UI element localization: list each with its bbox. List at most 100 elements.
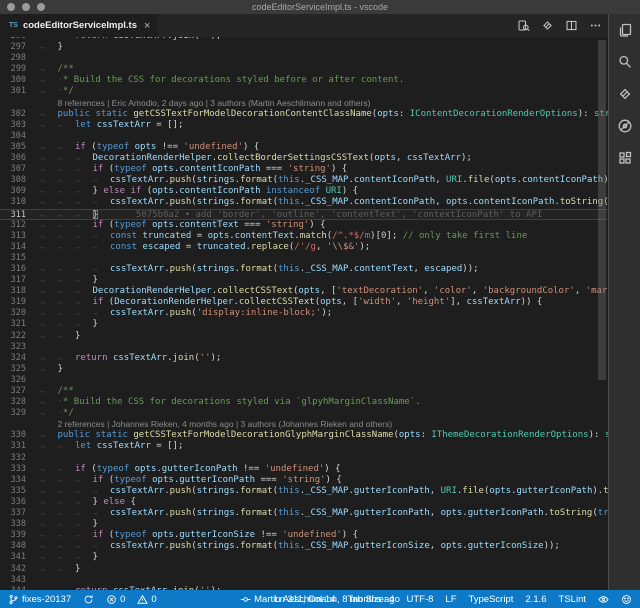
status-item[interactable] — [598, 594, 609, 605]
code-line[interactable]: 340→→→→cssTextArr.push(strings.format(th… — [0, 541, 608, 552]
code-line[interactable]: 338→→→} — [0, 519, 608, 530]
codelens-label[interactable]: 2 references | Johannes Rieken, 4 months… — [40, 419, 392, 430]
code-token: , — [423, 286, 434, 297]
code-line[interactable]: 311→→→}5075b0a2 • add 'border', 'outline… — [0, 209, 608, 220]
tab-whitespace-arrow-icon: → — [58, 508, 76, 519]
tab-whitespace-arrow-icon: → — [58, 331, 76, 342]
search-icon[interactable] — [617, 54, 633, 70]
code-token: /'/g — [294, 242, 316, 253]
extensions-icon[interactable] — [617, 150, 633, 166]
code-line[interactable]: 328→·* Build the CSS for decorations sty… — [0, 397, 608, 408]
code-token: ]; — [386, 231, 402, 242]
code-line[interactable]: 324→→return cssTextArr.join(''); — [0, 353, 608, 364]
tab-whitespace-arrow-icon: → — [58, 142, 76, 153]
status-item-2-1-6[interactable]: 2.1.6 — [525, 594, 546, 605]
code-line[interactable]: 313→→→→const truncated = opts.contentTex… — [0, 231, 608, 242]
codelens-label[interactable]: 8 references | Eric Amodio, 2 days ago |… — [40, 98, 370, 109]
code-line[interactable]: 298 — [0, 53, 608, 64]
code-line[interactable]: 304 — [0, 131, 608, 142]
minimize-window-button[interactable] — [22, 3, 30, 11]
code-token: return — [75, 37, 108, 42]
status-item-fixes-20137[interactable]: fixes-20137 — [8, 594, 71, 605]
code-token: opts — [298, 286, 320, 297]
tab-whitespace-arrow-icon: → — [75, 552, 93, 563]
code-token: if — [75, 464, 86, 475]
codelens[interactable]: 8 references | Eric Amodio, 2 days ago |… — [0, 98, 608, 109]
code-line[interactable]: 306→→→DecorationRenderHelper.collectBord… — [0, 153, 608, 164]
code-line[interactable]: 334→→→if (typeof opts.gutterIconPath ===… — [0, 475, 608, 486]
vertical-scrollbar[interactable] — [598, 40, 606, 380]
code-line[interactable]: 336→→→} else { — [0, 497, 608, 508]
status-item-0[interactable]: 0 — [106, 594, 125, 605]
code-line[interactable]: 309→→→} else if (opts.contentIconPath in… — [0, 186, 608, 197]
code-line[interactable]: 317→→→} — [0, 275, 608, 286]
code-line[interactable]: 316→→→→cssTextArr.push(strings.format(th… — [0, 264, 608, 275]
code-token: file — [462, 486, 484, 497]
status-item[interactable] — [621, 594, 632, 605]
status-item-0[interactable]: 0 — [137, 594, 156, 605]
status-item-utf-8[interactable]: UTF-8 — [406, 594, 433, 605]
code-line[interactable]: 308→→→→cssTextArr.push(strings.format(th… — [0, 175, 608, 186]
code-line[interactable]: 310→→→→cssTextArr.push(strings.format(th… — [0, 197, 608, 208]
code-line[interactable]: 332 — [0, 453, 608, 464]
code-line[interactable]: 325→} — [0, 364, 608, 375]
code-token: this — [278, 175, 300, 186]
code-line[interactable]: 341→→→} — [0, 552, 608, 563]
debug-disabled-icon[interactable] — [617, 118, 633, 134]
close-tab-icon[interactable]: × — [144, 20, 150, 32]
code-editor[interactable]: 296→→return cssTextArr.join('');297→}298… — [0, 37, 608, 590]
code-line[interactable]: 297→} — [0, 42, 608, 53]
tab-codeeditorserviceimpl[interactable]: TS codeEditorServiceImpl.ts × — [0, 14, 158, 37]
code-line[interactable]: 319→→→if (DecorationRenderHelper.collect… — [0, 297, 608, 308]
code-line[interactable]: 327→/** — [0, 386, 608, 397]
close-window-button[interactable] — [7, 3, 15, 11]
open-preview-icon[interactable] — [517, 19, 530, 32]
code-line[interactable]: 322→→} — [0, 331, 608, 342]
code-line[interactable]: 342→→} — [0, 564, 608, 575]
tab-whitespace-arrow-icon: → — [40, 264, 58, 275]
line-number: 301 — [0, 86, 26, 97]
line-number: 298 — [0, 53, 26, 64]
code-line[interactable]: 337→→→→cssTextArr.push(strings.format(th… — [0, 508, 608, 519]
split-editor-icon[interactable] — [565, 19, 578, 32]
code-line[interactable]: 300→·* Build the CSS for decorations sty… — [0, 75, 608, 86]
code-line[interactable]: 314→→→→const escaped = truncated.replace… — [0, 242, 608, 253]
code-line[interactable]: 330→public static getCSSTextForModelDeco… — [0, 430, 608, 441]
tab-whitespace-arrow-icon: → — [40, 120, 58, 131]
codelens[interactable]: 2 references | Johannes Rieken, 4 months… — [0, 419, 608, 430]
gitlens-icon[interactable] — [541, 19, 554, 32]
status-item-lf[interactable]: LF — [445, 594, 456, 605]
gitlens-icon[interactable] — [617, 86, 633, 102]
code-line[interactable]: 315 — [0, 253, 608, 264]
code-line[interactable]: 312→→→if (typeof opts.contentText === 's… — [0, 220, 608, 231]
code-line[interactable]: 307→→→if (typeof opts.contentIconPath ==… — [0, 164, 608, 175]
code-line[interactable]: 323 — [0, 342, 608, 353]
code-line[interactable]: 321→→→} — [0, 319, 608, 330]
code-line[interactable]: 343 — [0, 575, 608, 586]
more-actions-icon[interactable] — [589, 19, 602, 32]
code-line[interactable]: 335→→→→cssTextArr.push(strings.format(th… — [0, 486, 608, 497]
maximize-window-button[interactable] — [37, 3, 45, 11]
code-token: toString — [603, 486, 608, 497]
code-line[interactable]: 301→·*/ — [0, 86, 608, 97]
tab-whitespace-arrow-icon: → — [58, 264, 76, 275]
code-line[interactable]: 329→·*/ — [0, 408, 608, 419]
code-line[interactable]: 302→public static getCSSTextForModelDeco… — [0, 109, 608, 120]
status-item[interactable] — [83, 594, 94, 605]
files-icon[interactable] — [617, 22, 633, 38]
code-line[interactable]: 339→→→if (typeof opts.gutterIconSize !==… — [0, 530, 608, 541]
code-line[interactable]: 333→→if (typeof opts.gutterIconPath !== … — [0, 464, 608, 475]
code-token: opts — [441, 541, 463, 552]
code-line[interactable]: 318→→→DecorationRenderHelper.collectCSST… — [0, 286, 608, 297]
code-token: URI — [326, 186, 342, 197]
code-line[interactable]: 320→→→→cssTextArr.push('display:inline-b… — [0, 308, 608, 319]
code-line[interactable]: 331→→let cssTextArr = []; — [0, 441, 608, 452]
code-line[interactable]: 299→/** — [0, 64, 608, 75]
status-item-tslint[interactable]: TSLint — [559, 594, 586, 605]
code-token: , [ — [342, 297, 358, 308]
status-item-typescript[interactable]: TypeScript — [469, 594, 514, 605]
status-item-martin-aeschlimann-8-months-ago[interactable]: Martin Aeschlimann, 8 months ago — [240, 594, 400, 605]
code-line[interactable]: 303→→let cssTextArr = []; — [0, 120, 608, 131]
code-line[interactable]: 305→→if (typeof opts !== 'undefined') { — [0, 142, 608, 153]
code-line[interactable]: 326 — [0, 375, 608, 386]
